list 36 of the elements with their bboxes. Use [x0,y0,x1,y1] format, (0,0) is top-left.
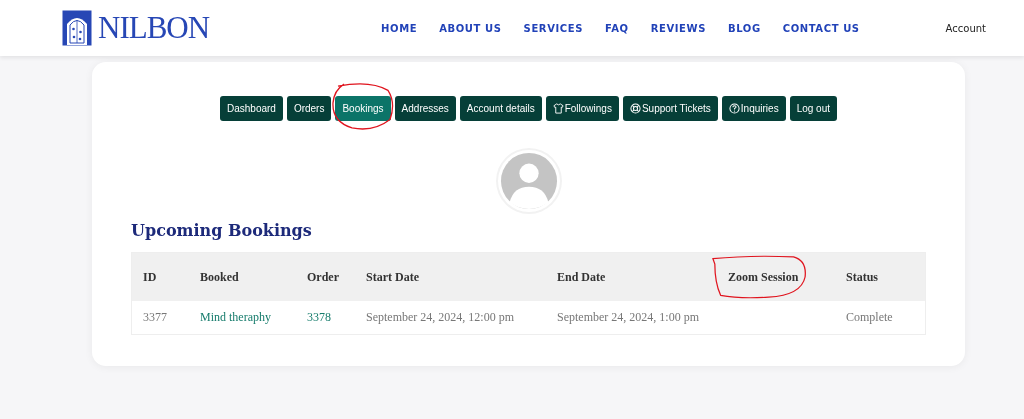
nav-link[interactable]: HOME [381,22,418,34]
account-tab[interactable]: Orders [286,96,332,121]
account-tab[interactable]: Log out [789,96,838,121]
column-header: Order [307,269,339,285]
account-link[interactable]: Account [945,22,986,34]
account-tab[interactable]: Followings [545,96,619,121]
account-tab[interactable]: Account details [459,96,542,121]
nav-link[interactable]: REVIEWS [650,22,706,34]
account-tab[interactable]: Addresses [394,96,456,121]
column-header: Zoom Session [728,269,799,285]
nav-link[interactable]: SERVICES [523,22,583,34]
order-link[interactable]: 3378 [307,310,331,325]
nav-link[interactable]: CONTACT US [782,22,860,34]
booking-link[interactable]: Mind theraphy [200,310,271,325]
column-header: End Date [557,269,606,285]
account-tab[interactable]: Inquiries [721,96,786,121]
column-header: Booked [200,269,239,285]
table-cell: Complete [846,310,893,325]
shirt-icon [552,103,564,114]
section-heading: Upcoming Bookings [131,221,313,240]
account-tab[interactable]: Support Tickets [622,96,718,121]
table-cell: September 24, 2024, 12:00 pm [366,310,514,325]
table-cell: 3377 [143,310,167,325]
logo-text[interactable]: NILBON [98,10,210,46]
column-header: Start Date [366,269,419,285]
nav-link[interactable]: ABOUT US [439,22,502,34]
column-header: Status [846,269,878,285]
table-cell: September 24, 2024, 1:00 pm [557,310,699,325]
logo-icon [62,10,92,46]
column-header: ID [143,269,157,285]
help-icon [728,103,740,114]
nav-link[interactable]: BLOG [727,22,761,34]
lifebuoy-icon [629,103,641,114]
account-tab[interactable]: Dashboard [219,96,283,121]
nav-link[interactable]: FAQ [604,22,629,34]
account-tab[interactable]: Bookings [335,96,391,121]
